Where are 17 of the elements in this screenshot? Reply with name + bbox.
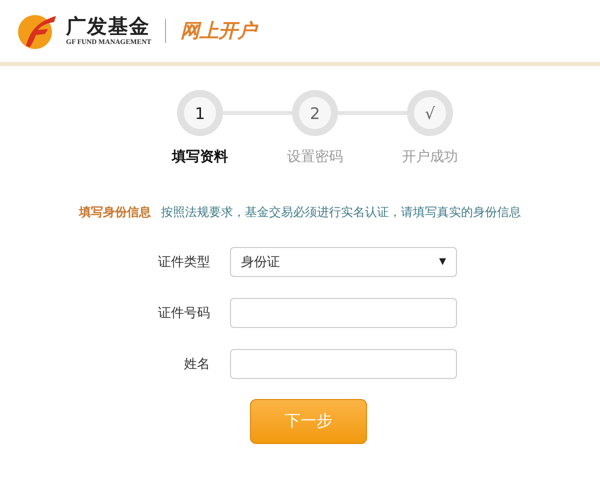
step-circle: 1	[177, 90, 223, 136]
step-label: 设置密码	[287, 148, 343, 166]
notice-title: 填写身份信息	[79, 204, 151, 221]
step-circle: √	[407, 90, 453, 136]
step-circle: 2	[292, 90, 338, 136]
id-type-dropdown[interactable]: 身份证 ▼	[230, 247, 457, 277]
notice-text: 按照法规要求，基金交易必须进行实名认证，请填写真实的身份信息	[161, 204, 521, 221]
section-title: 网上开户	[180, 20, 256, 42]
logo-icon	[16, 12, 58, 50]
step-label: 开户成功	[402, 148, 458, 166]
field-label: 证件类型	[157, 254, 211, 271]
input-field[interactable]	[230, 349, 457, 379]
field-label: 姓名	[183, 356, 211, 373]
brand-name: 广发基金	[66, 15, 151, 37]
field-label: 证件号码	[157, 305, 211, 322]
input-field[interactable]	[230, 298, 457, 328]
step-label: 填写资料	[172, 148, 228, 166]
